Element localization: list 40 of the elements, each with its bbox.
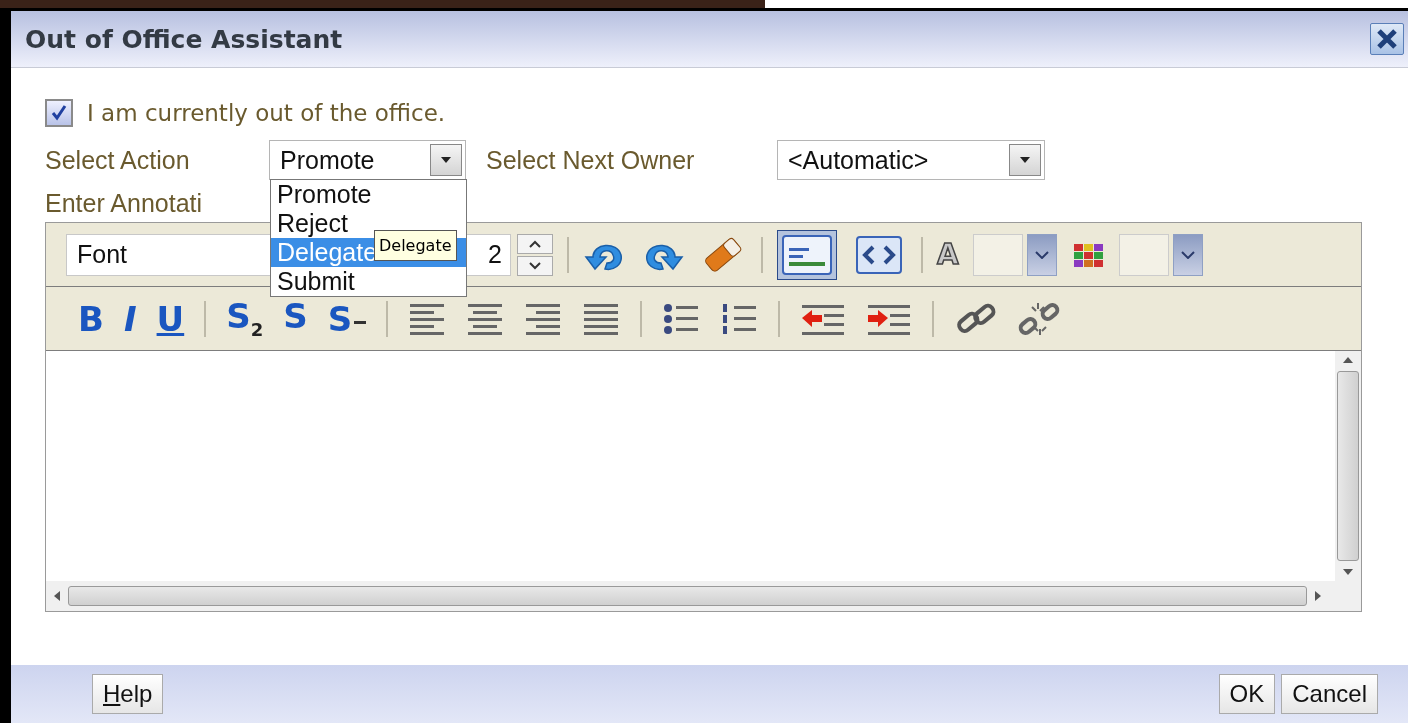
field-label: Select Next Owner [486,145,696,175]
help-button[interactable]: Help [92,674,164,714]
dialog-title: Out of Office Assistant [25,24,343,54]
cancel-button[interactable]: Cancel [1281,674,1378,714]
dropdown-option[interactable]: Promote [271,180,466,209]
bold-button[interactable]: B [78,301,104,336]
strikethrough-button[interactable]: S [327,301,367,336]
dropdown-arrow-icon [1020,157,1030,163]
field-label: Select Action [45,145,191,175]
checkbox-label: I am currently out of the office. [87,100,446,126]
owner-dropdown[interactable]: <Automatic> [777,140,1045,180]
italic-button[interactable]: I [123,301,137,336]
chevron-down-icon [1034,250,1049,259]
document-icon [781,233,833,276]
subscript-button[interactable]: S$_{2}$ [226,298,264,339]
color-swatch[interactable] [972,233,1023,276]
tooltip: Delegate [374,230,457,261]
close-icon [1376,28,1398,50]
underline-button[interactable]: U [156,301,185,336]
ok-button[interactable]: OK [1218,674,1276,714]
spin-up-icon[interactable] [517,233,553,254]
checkmark-icon [50,104,68,122]
scroll-up-icon[interactable] [1343,357,1353,363]
chevron-down-icon [1180,250,1195,259]
code-icon [855,234,903,275]
color-dropdown-button[interactable] [1026,233,1057,276]
checkbox[interactable] [45,99,73,127]
scroll-down-icon[interactable] [1343,569,1353,575]
field-label: Enter Annotati [45,188,203,218]
superscript-button[interactable]: S [283,298,308,339]
scroll-right-icon[interactable] [1315,591,1321,601]
color-swatch[interactable] [1118,233,1169,276]
horizontal-scrollbar[interactable] [46,581,1361,611]
design-view-button[interactable] [777,229,837,280]
dropdown-arrow-icon [441,157,451,163]
scroll-left-icon[interactable] [54,591,60,601]
spin-down-icon[interactable] [517,255,553,276]
close-button[interactable] [1370,23,1404,55]
vertical-scrollbar[interactable] [1335,351,1361,581]
color-dropdown-button[interactable] [1172,233,1203,276]
